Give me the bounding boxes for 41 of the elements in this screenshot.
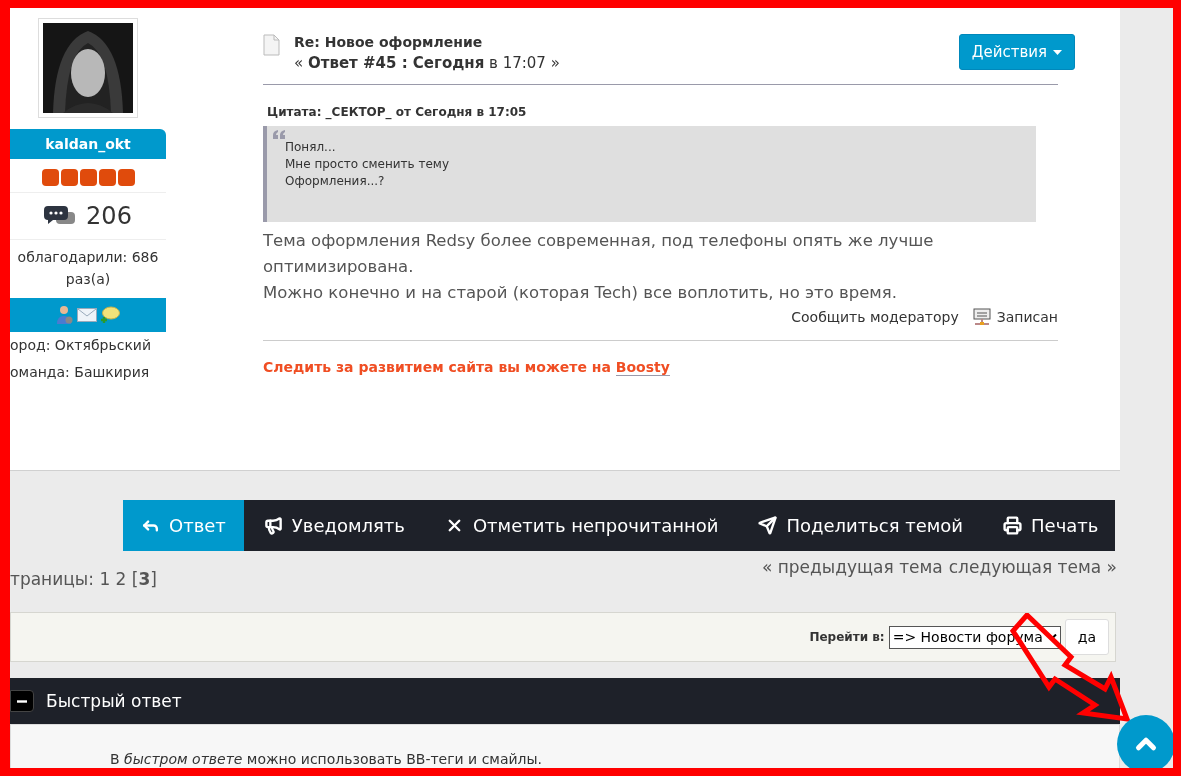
report-link[interactable]: Сообщить модератору [791, 309, 959, 325]
scroll-top-button[interactable] [1117, 715, 1173, 768]
collapse-toggle[interactable] [10, 690, 34, 712]
network-icon [972, 308, 991, 326]
profile-field: оманда: Башкирия [10, 359, 150, 386]
thanks-count: облагодарили: 686 раз(а) [16, 248, 160, 289]
topic-nav-link[interactable]: « предыдущая тема [761, 557, 943, 597]
profile-icon[interactable] [56, 305, 74, 325]
toolbar-button[interactable]: Отметить непрочитанной [424, 500, 739, 551]
paper-plane-icon [758, 516, 778, 535]
profile-field: ород: Октябрьский [10, 332, 152, 359]
quick-reply-title: Быстрый ответ [46, 691, 182, 711]
document-icon [263, 34, 280, 56]
topic-nav-link[interactable]: следующая тема » [948, 557, 1117, 597]
quote-line: Мне просто сменить тему [285, 156, 451, 173]
quote-line: Понял... [285, 139, 337, 156]
jump-label: Перейти в: [809, 630, 885, 644]
post-text: Тема оформления Redsy более современная, под телефоны опять же лучше оптимизирована. [263, 230, 935, 278]
toolbar-button[interactable]: Уведомлять [243, 500, 425, 551]
caret-icon [1053, 49, 1062, 55]
megaphone-icon [263, 516, 283, 535]
post-meta: « Ответ #45 : Сегодня в 17:07 » [294, 54, 560, 72]
post-status: Записан [996, 309, 1058, 325]
toolbar-button[interactable]: Печать [983, 500, 1119, 551]
post-title[interactable]: Re: Новое оформление [294, 34, 560, 50]
quote-mark-icon [273, 130, 287, 139]
quote-line: Оформления...? [285, 173, 386, 190]
minus-icon [17, 699, 27, 703]
chat-bubbles-icon [44, 206, 77, 226]
toolbar-button[interactable]: Поделиться темой [738, 500, 984, 551]
go-button[interactable]: да [1064, 619, 1109, 655]
post-count: 206 [86, 202, 132, 230]
quick-reply-hint: В быстром ответе можно использовать BB-теги и смайлы. [110, 751, 543, 767]
boosty-link[interactable]: Boosty [615, 359, 670, 376]
printer-icon [1003, 516, 1023, 535]
quote-header: Цитата: _СЕКТОР_ от Сегодня в 17:05 [267, 105, 528, 119]
mail-icon[interactable] [77, 308, 97, 322]
notice-text: Следить за развитием сайта вы можете на Boosty [263, 359, 670, 376]
post-text: Можно конечно и на старой (которая Tech) все воплотить, но это время. [263, 282, 898, 304]
pagination[interactable]: траницы: 1 2 [3] [10, 569, 157, 597]
add-chat-icon[interactable] [100, 306, 120, 324]
